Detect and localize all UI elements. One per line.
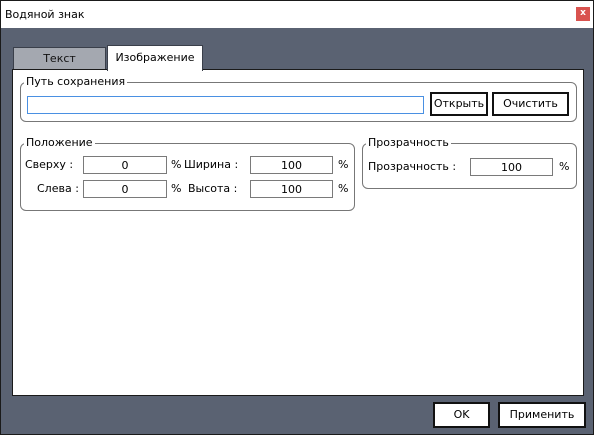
save-path-input[interactable] [27, 96, 424, 114]
transparency-input[interactable]: 100 [470, 158, 553, 176]
close-button[interactable]: x [576, 7, 590, 21]
transparency-group: Прозрачность Прозрачность : 100 % [362, 136, 577, 189]
left-percent-label: % [171, 182, 182, 195]
height-percent-label: % [338, 182, 349, 195]
transparency-percent-label: % [559, 160, 570, 173]
transparency-group-title: Прозрачность [366, 136, 451, 150]
width-percent-label: % [338, 158, 349, 171]
open-button[interactable]: Открыть [430, 92, 488, 116]
save-path-group-title: Путь сохранения [24, 75, 128, 89]
save-path-group: Путь сохранения Открыть Очистить [20, 75, 577, 122]
image-tab-panel: Путь сохранения Открыть Очистить Положен… [12, 69, 584, 396]
height-input[interactable]: 100 [250, 180, 333, 198]
left-offset-input[interactable]: 0 [83, 180, 167, 198]
left-label: Слева : [37, 182, 79, 195]
ok-button[interactable]: OK [433, 402, 490, 428]
top-percent-label: % [171, 158, 182, 171]
title-bar[interactable]: Водяной знак x [1, 1, 593, 28]
tab-text[interactable]: Текст [13, 47, 106, 70]
position-group-title: Положение [24, 136, 95, 150]
tab-image[interactable]: Изображение [107, 45, 203, 71]
top-offset-input[interactable]: 0 [83, 156, 167, 174]
window-title: Водяной знак [5, 8, 85, 21]
close-icon: x [580, 8, 586, 18]
width-input[interactable]: 100 [250, 156, 333, 174]
clear-button[interactable]: Очистить [492, 92, 569, 116]
width-label: Ширина : [184, 158, 239, 171]
apply-button[interactable]: Применить [498, 402, 586, 428]
transparency-label: Прозрачность : [368, 160, 457, 173]
position-group: Положение Сверху : 0 % Ширина : 100 % Сл… [20, 136, 355, 211]
height-label: Высота : [188, 182, 238, 195]
watermark-dialog: Водяной знак x Текст Изображение Путь со… [0, 0, 594, 435]
top-label: Сверху : [25, 158, 74, 171]
